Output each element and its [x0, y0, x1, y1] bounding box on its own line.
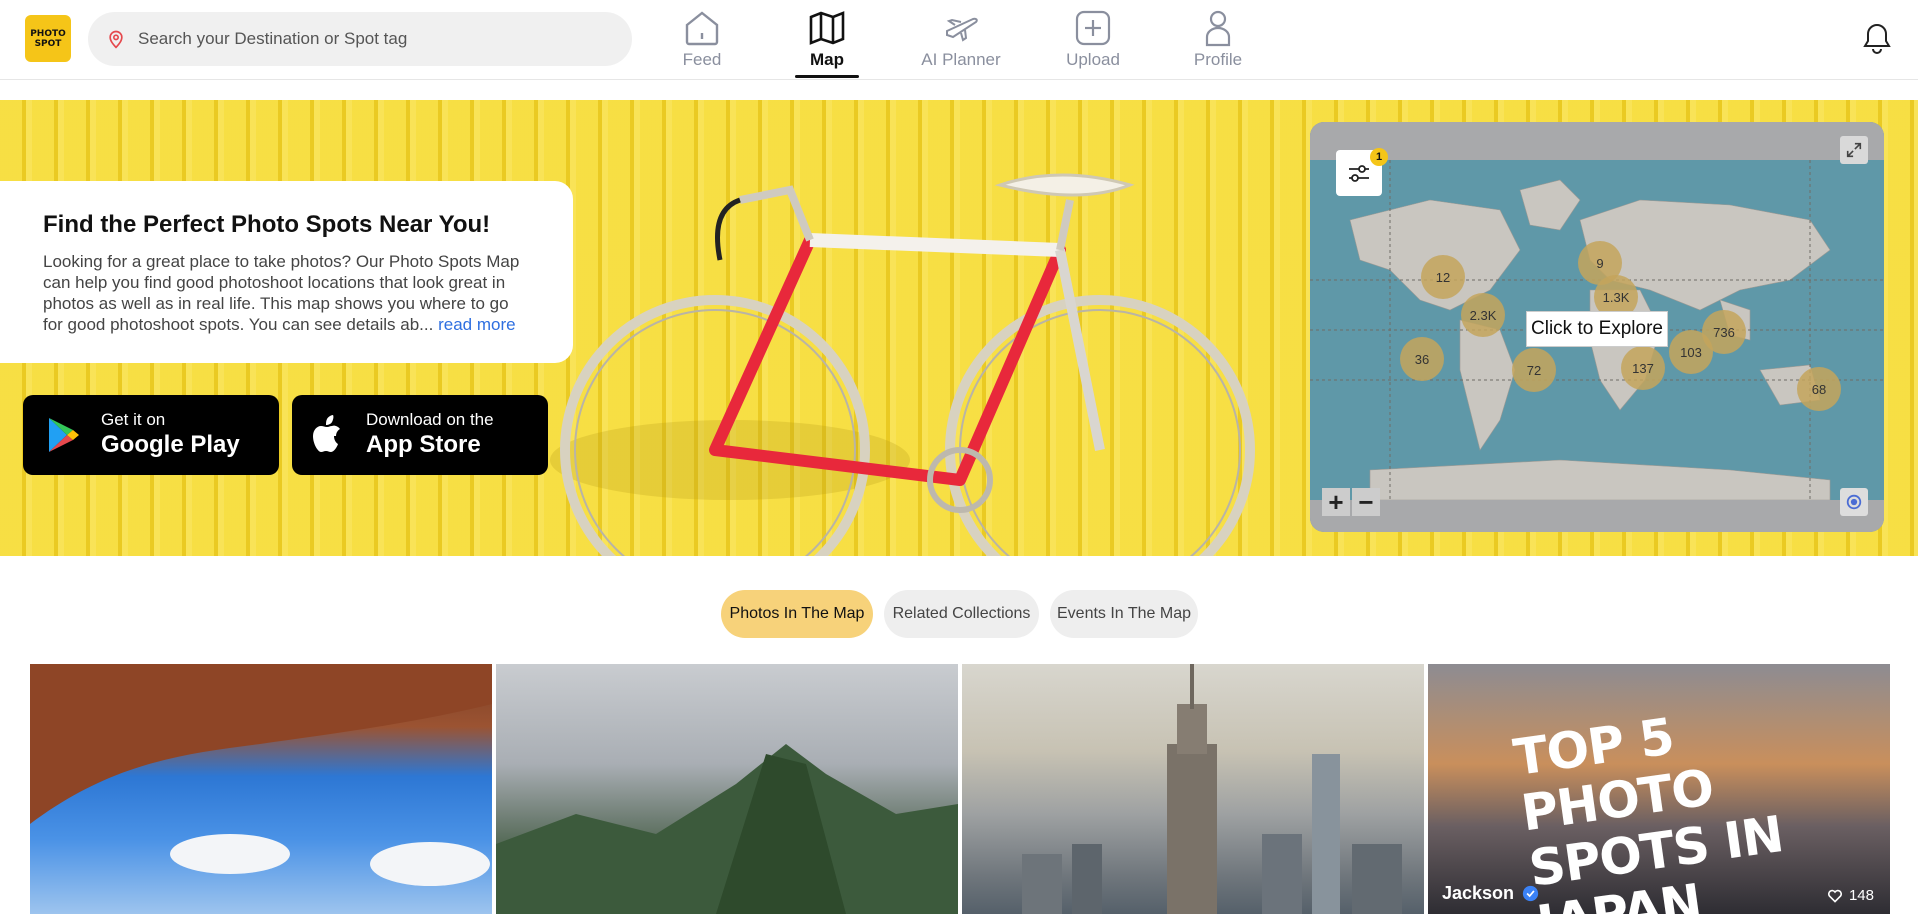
- nav-map[interactable]: Map: [795, 0, 859, 80]
- app-store-big-text: App Store: [366, 431, 481, 458]
- mountain-photo: [496, 744, 958, 914]
- locate-me-button[interactable]: [1840, 488, 1868, 516]
- photo-card[interactable]: Top 5 Photo Spots in Japan Jackson 148: [1428, 664, 1890, 914]
- photo-card[interactable]: [496, 664, 958, 914]
- airplane-icon: [946, 17, 978, 42]
- locate-icon: [1846, 494, 1862, 510]
- map-cluster-count: 9: [1596, 255, 1604, 271]
- read-more-link[interactable]: read more: [438, 315, 515, 334]
- map-cluster-count: 103: [1680, 344, 1702, 360]
- photo-card[interactable]: [962, 664, 1424, 914]
- tab-events-in-the-map[interactable]: Events In The Map: [1050, 590, 1198, 638]
- photo-author[interactable]: Jackson: [1442, 883, 1539, 904]
- nav-profile-label: Profile: [1193, 50, 1243, 69]
- google-play-icon: [49, 418, 79, 452]
- map-cluster[interactable]: 103: [1669, 330, 1713, 374]
- map-cluster[interactable]: 36: [1400, 337, 1444, 381]
- zoom-in-button[interactable]: +: [1322, 487, 1350, 517]
- app-store-small-text: Download on the: [366, 410, 494, 429]
- expand-map-button[interactable]: [1840, 136, 1868, 164]
- verified-badge-icon: [1522, 885, 1539, 902]
- app-store-button[interactable]: Download on the App Store: [292, 395, 548, 475]
- map-cluster[interactable]: 137: [1621, 346, 1665, 390]
- photo-card[interactable]: [30, 664, 492, 914]
- photo-overlay-title: Top 5 Photo Spots in Japan: [1510, 707, 1787, 914]
- map-cluster-count: 1.3K: [1602, 289, 1630, 305]
- hero-info-card: Find the Perfect Photo Spots Near You! L…: [0, 181, 573, 363]
- active-tab-underline: [795, 75, 859, 78]
- map-cluster[interactable]: 12: [1421, 255, 1465, 299]
- heart-icon: [1827, 889, 1842, 903]
- photo-likes-count: 148: [1848, 887, 1874, 904]
- bell-icon[interactable]: [1862, 22, 1892, 56]
- arch-rock-photo: [30, 664, 492, 886]
- map-cluster-count: 68: [1811, 381, 1827, 397]
- photo-spot-logo[interactable]: PHOTO SPOT: [25, 15, 71, 62]
- map-cluster[interactable]: 72: [1512, 348, 1556, 392]
- map-cluster-count: 36: [1414, 351, 1430, 367]
- bicycle-image: [550, 173, 1255, 556]
- filter-count-badge: 1: [1370, 148, 1388, 166]
- tab-photos-in-the-map[interactable]: Photos In The Map: [721, 590, 873, 638]
- user-icon: [1205, 10, 1231, 47]
- click-to-explore-button[interactable]: Click to Explore: [1526, 311, 1668, 347]
- nav-profile[interactable]: Profile: [1190, 0, 1246, 80]
- photo-likes[interactable]: 148: [1827, 887, 1874, 904]
- map-bottom-bar: [1310, 500, 1884, 532]
- search-input[interactable]: [138, 29, 598, 49]
- nav-map-label: Map: [810, 50, 844, 69]
- hero-title: Find the Perfect Photo Spots Near You!: [43, 211, 491, 238]
- map-preview-widget[interactable]: 12 9 1.3K 2.3K 736 103 36 72 137 68 Clic…: [1310, 122, 1884, 532]
- nav-ai-planner[interactable]: AI Planner: [916, 0, 1006, 80]
- map-cluster-count: 12: [1435, 269, 1451, 285]
- map-icon: [809, 11, 845, 45]
- nav-ai-planner-label: AI Planner: [921, 50, 1001, 69]
- hero-banner: Find the Perfect Photo Spots Near You! L…: [0, 100, 1918, 556]
- map-cluster-count: 137: [1632, 360, 1654, 376]
- city-skyline-photo: [1022, 664, 1402, 914]
- top-header: PHOTO SPOT Feed Map AI Planner Upload Pr…: [0, 0, 1918, 80]
- google-play-small-text: Get it on: [101, 410, 166, 429]
- map-top-bar: [1310, 122, 1884, 160]
- expand-icon: [1846, 142, 1862, 158]
- zoom-out-button[interactable]: −: [1352, 487, 1380, 517]
- home-icon: [685, 11, 719, 46]
- search-bar[interactable]: [88, 12, 632, 66]
- nav-upload[interactable]: Upload: [1062, 0, 1124, 80]
- nav-feed-label: Feed: [682, 50, 722, 69]
- google-play-big-text: Google Play: [101, 431, 240, 458]
- apple-icon: [313, 415, 340, 452]
- photo-author-name: Jackson: [1442, 883, 1515, 903]
- nav-upload-label: Upload: [1066, 50, 1120, 69]
- filter-sliders-icon: [1349, 165, 1369, 182]
- map-cluster-count: 736: [1713, 324, 1735, 340]
- tab-related-collections[interactable]: Related Collections: [884, 590, 1039, 638]
- map-cluster-count: 2.3K: [1469, 307, 1497, 323]
- hero-description: Looking for a great place to take photos…: [43, 251, 533, 335]
- nav-feed[interactable]: Feed: [672, 0, 732, 80]
- map-cluster-count: 72: [1526, 362, 1542, 378]
- map-cluster[interactable]: 2.3K: [1461, 293, 1505, 337]
- logo-text: PHOTO SPOT: [30, 28, 66, 49]
- google-play-button[interactable]: Get it on Google Play: [23, 395, 279, 475]
- plus-square-icon: [1075, 10, 1111, 46]
- location-pin-icon: [109, 30, 123, 49]
- map-cluster[interactable]: 68: [1797, 367, 1841, 411]
